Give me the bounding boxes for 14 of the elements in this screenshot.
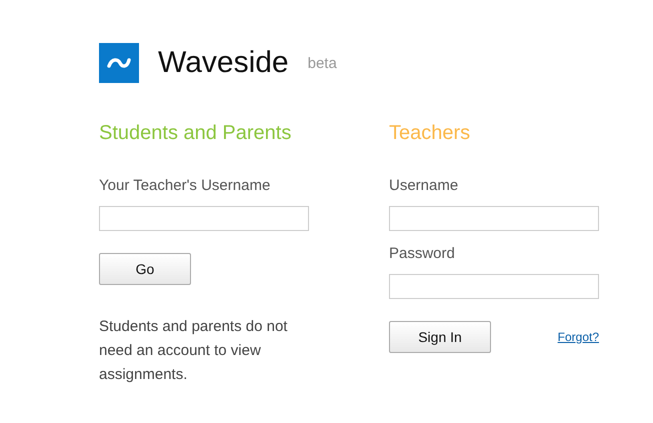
section-heading: Students and Parents [99, 121, 292, 145]
sign-in-button[interactable]: Sign In [389, 321, 491, 353]
app-title: Waveside [158, 48, 289, 78]
section-heading: Teachers [389, 121, 472, 145]
input-field[interactable] [389, 206, 599, 231]
beta-label: beta [308, 54, 337, 74]
go-button[interactable]: Go [99, 253, 191, 285]
field-label: Password [389, 245, 456, 263]
info-text: Students and parents do not need an account to view assignments. [99, 317, 288, 385]
forgot-link[interactable]: Forgot? [558, 328, 599, 346]
input-field[interactable] [389, 274, 599, 299]
field-label: Username [389, 177, 460, 195]
field-label: Your Teacher's Username [99, 177, 272, 195]
input-field[interactable] [99, 206, 309, 231]
